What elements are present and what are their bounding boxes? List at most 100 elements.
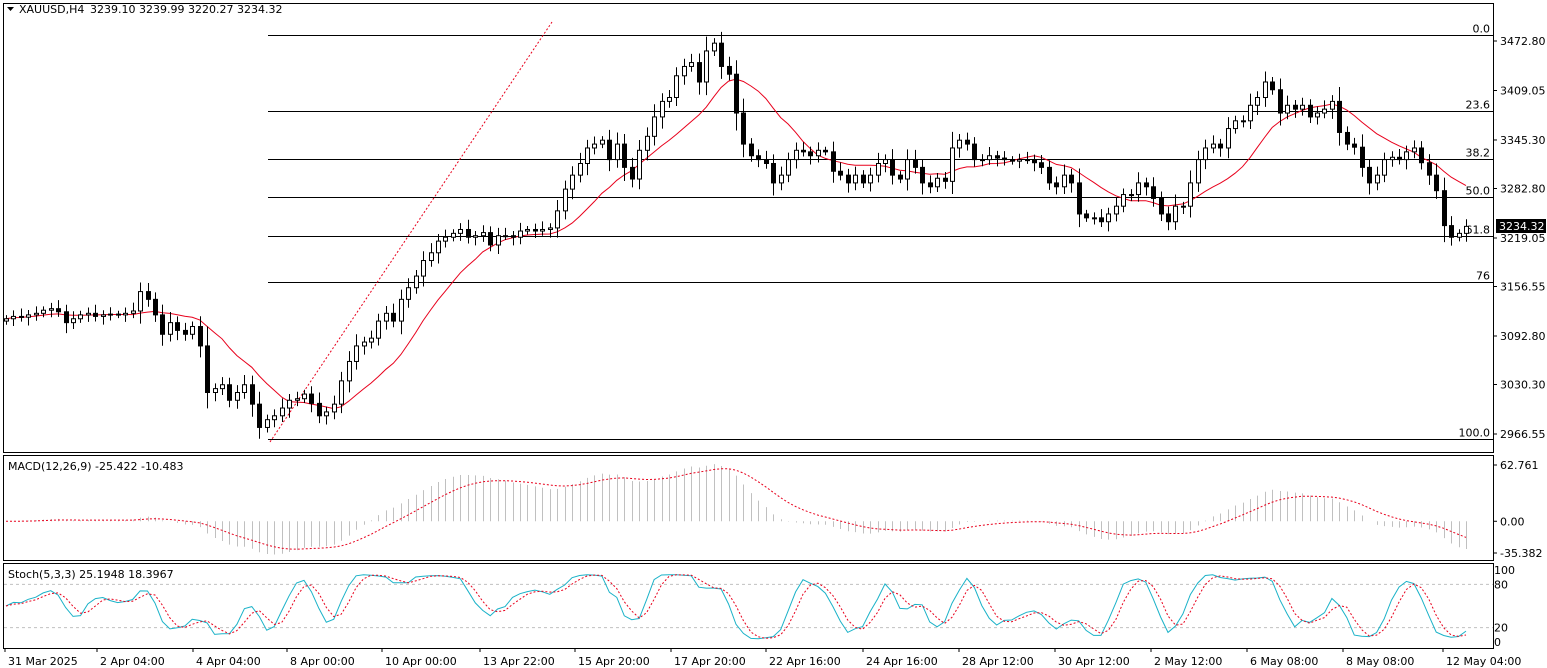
bull-candle <box>406 287 411 300</box>
price-tick-label: 3219.05 <box>1500 232 1546 245</box>
bull-candle <box>853 174 858 184</box>
bull-candle <box>1181 205 1186 208</box>
bear-candle <box>257 403 262 428</box>
bull-candle <box>443 236 448 242</box>
bull-candle <box>302 393 307 400</box>
bear-candle <box>741 112 746 145</box>
bull-candle <box>324 411 329 417</box>
bear-candle <box>1278 89 1283 114</box>
macd-tick-label: 0.00 <box>1500 515 1525 528</box>
bull-candle <box>1129 194 1134 197</box>
bull-candle <box>563 188 568 212</box>
stoch-tick-label: 20 <box>1494 622 1508 635</box>
current-price-value: 3234.32 <box>1499 220 1545 233</box>
bull-candle <box>935 177 940 188</box>
time-tick-label: 2 Apr 04:00 <box>100 655 165 668</box>
bear-candle <box>1166 213 1171 223</box>
bull-candle <box>637 149 642 180</box>
symbol-label: XAUUSD,H4 <box>19 3 84 16</box>
bull-candle <box>578 162 583 176</box>
bear-candle <box>1077 182 1082 215</box>
bear-candle <box>116 313 121 316</box>
bear-candle <box>153 298 158 316</box>
fib-level-label: 76 <box>1476 270 1490 283</box>
bull-candle <box>4 318 9 322</box>
bull-candle <box>1412 147 1417 153</box>
bull-candle <box>980 159 985 162</box>
bear-candle <box>183 329 188 335</box>
bear-candle <box>697 62 702 83</box>
bull-candle <box>712 42 717 52</box>
bear-candle <box>965 139 970 145</box>
bear-candle <box>227 384 232 401</box>
bull-candle <box>354 345 359 362</box>
bear-candle <box>391 312 396 322</box>
bull-candle <box>86 312 91 316</box>
time-tick-label: 15 Apr 20:00 <box>578 655 650 668</box>
bull-candle <box>592 143 597 149</box>
bear-candle <box>488 232 493 246</box>
stochastic-indicator: 10080 200 <box>4 564 1515 649</box>
fibonacci-trend-line <box>269 21 553 443</box>
bear-candle <box>764 159 769 164</box>
bear-candle <box>198 326 203 347</box>
macd-tick-label: -35.382 <box>1500 547 1542 560</box>
fib-level-label: 38.2 <box>1466 147 1491 160</box>
price-chart[interactable]: 0.0 23.6 38.2 50.0 61.8 76 100.0 3472.80 3409.0… <box>0 0 1547 668</box>
bull-candle <box>883 159 888 164</box>
stoch-tick-label: 100 <box>1494 564 1515 577</box>
bear-candle <box>801 149 806 153</box>
bull-candle <box>816 149 821 157</box>
bull-candle <box>779 174 784 184</box>
bear-candle <box>607 139 612 161</box>
bear-candle <box>861 174 866 184</box>
bear-candle <box>19 315 24 318</box>
bull-candle <box>265 419 270 428</box>
stoch-tick-label: 80 <box>1494 578 1508 591</box>
bear-candle <box>1397 156 1402 161</box>
bear-candle <box>622 143 627 168</box>
bear-candle <box>890 159 895 176</box>
bear-candle <box>846 174 851 184</box>
bear-candle <box>920 166 925 184</box>
bull-candle <box>1136 182 1141 196</box>
bull-candle <box>41 309 46 314</box>
bear-candle <box>1360 146 1365 168</box>
bear-candle <box>1367 166 1372 184</box>
triangle-down-icon[interactable] <box>7 7 14 11</box>
price-tick-label: 3156.55 <box>1500 281 1546 294</box>
bull-candle <box>1248 104 1253 122</box>
time-tick-label: 28 Apr 12:00 <box>962 655 1034 668</box>
price-tick-label: 3472.80 <box>1500 35 1546 48</box>
bull-candle <box>101 314 106 317</box>
bear-candle <box>734 73 739 114</box>
bull-candle <box>600 139 605 145</box>
bull-candle <box>794 149 799 161</box>
time-tick-label: 8 May 08:00 <box>1346 655 1414 668</box>
bull-candle <box>1106 213 1111 223</box>
bear-candle <box>1345 131 1350 145</box>
stoch-label: Stoch(5,3,3) 25.1948 18.3967 <box>8 568 174 581</box>
bear-candle <box>1151 186 1156 199</box>
bear-candle <box>1352 143 1357 148</box>
bull-candle <box>1114 205 1119 215</box>
bull-candle <box>1404 151 1409 161</box>
bear-candle <box>1039 162 1044 168</box>
bull-candle <box>1457 232 1462 238</box>
bull-candle <box>1211 143 1216 149</box>
bull-candle <box>26 314 31 318</box>
stoch-pane-frame <box>3 563 1494 649</box>
bull-candle <box>1390 156 1395 161</box>
bull-candle <box>436 240 441 254</box>
bull-candle <box>421 260 426 277</box>
time-axis: 31 Mar 2025 2 Apr 04:00 4 Apr 04:00 8 Apr 0… <box>4 648 1521 668</box>
bull-candle <box>1241 120 1246 123</box>
bear-candle <box>1084 213 1089 219</box>
candles <box>4 31 1469 439</box>
bull-candle <box>1263 81 1268 99</box>
bull-candle <box>1226 128 1231 149</box>
bull-candle <box>369 337 374 343</box>
bear-candle <box>1293 104 1298 110</box>
bull-candle <box>1173 205 1178 223</box>
bear-candle <box>719 42 724 67</box>
